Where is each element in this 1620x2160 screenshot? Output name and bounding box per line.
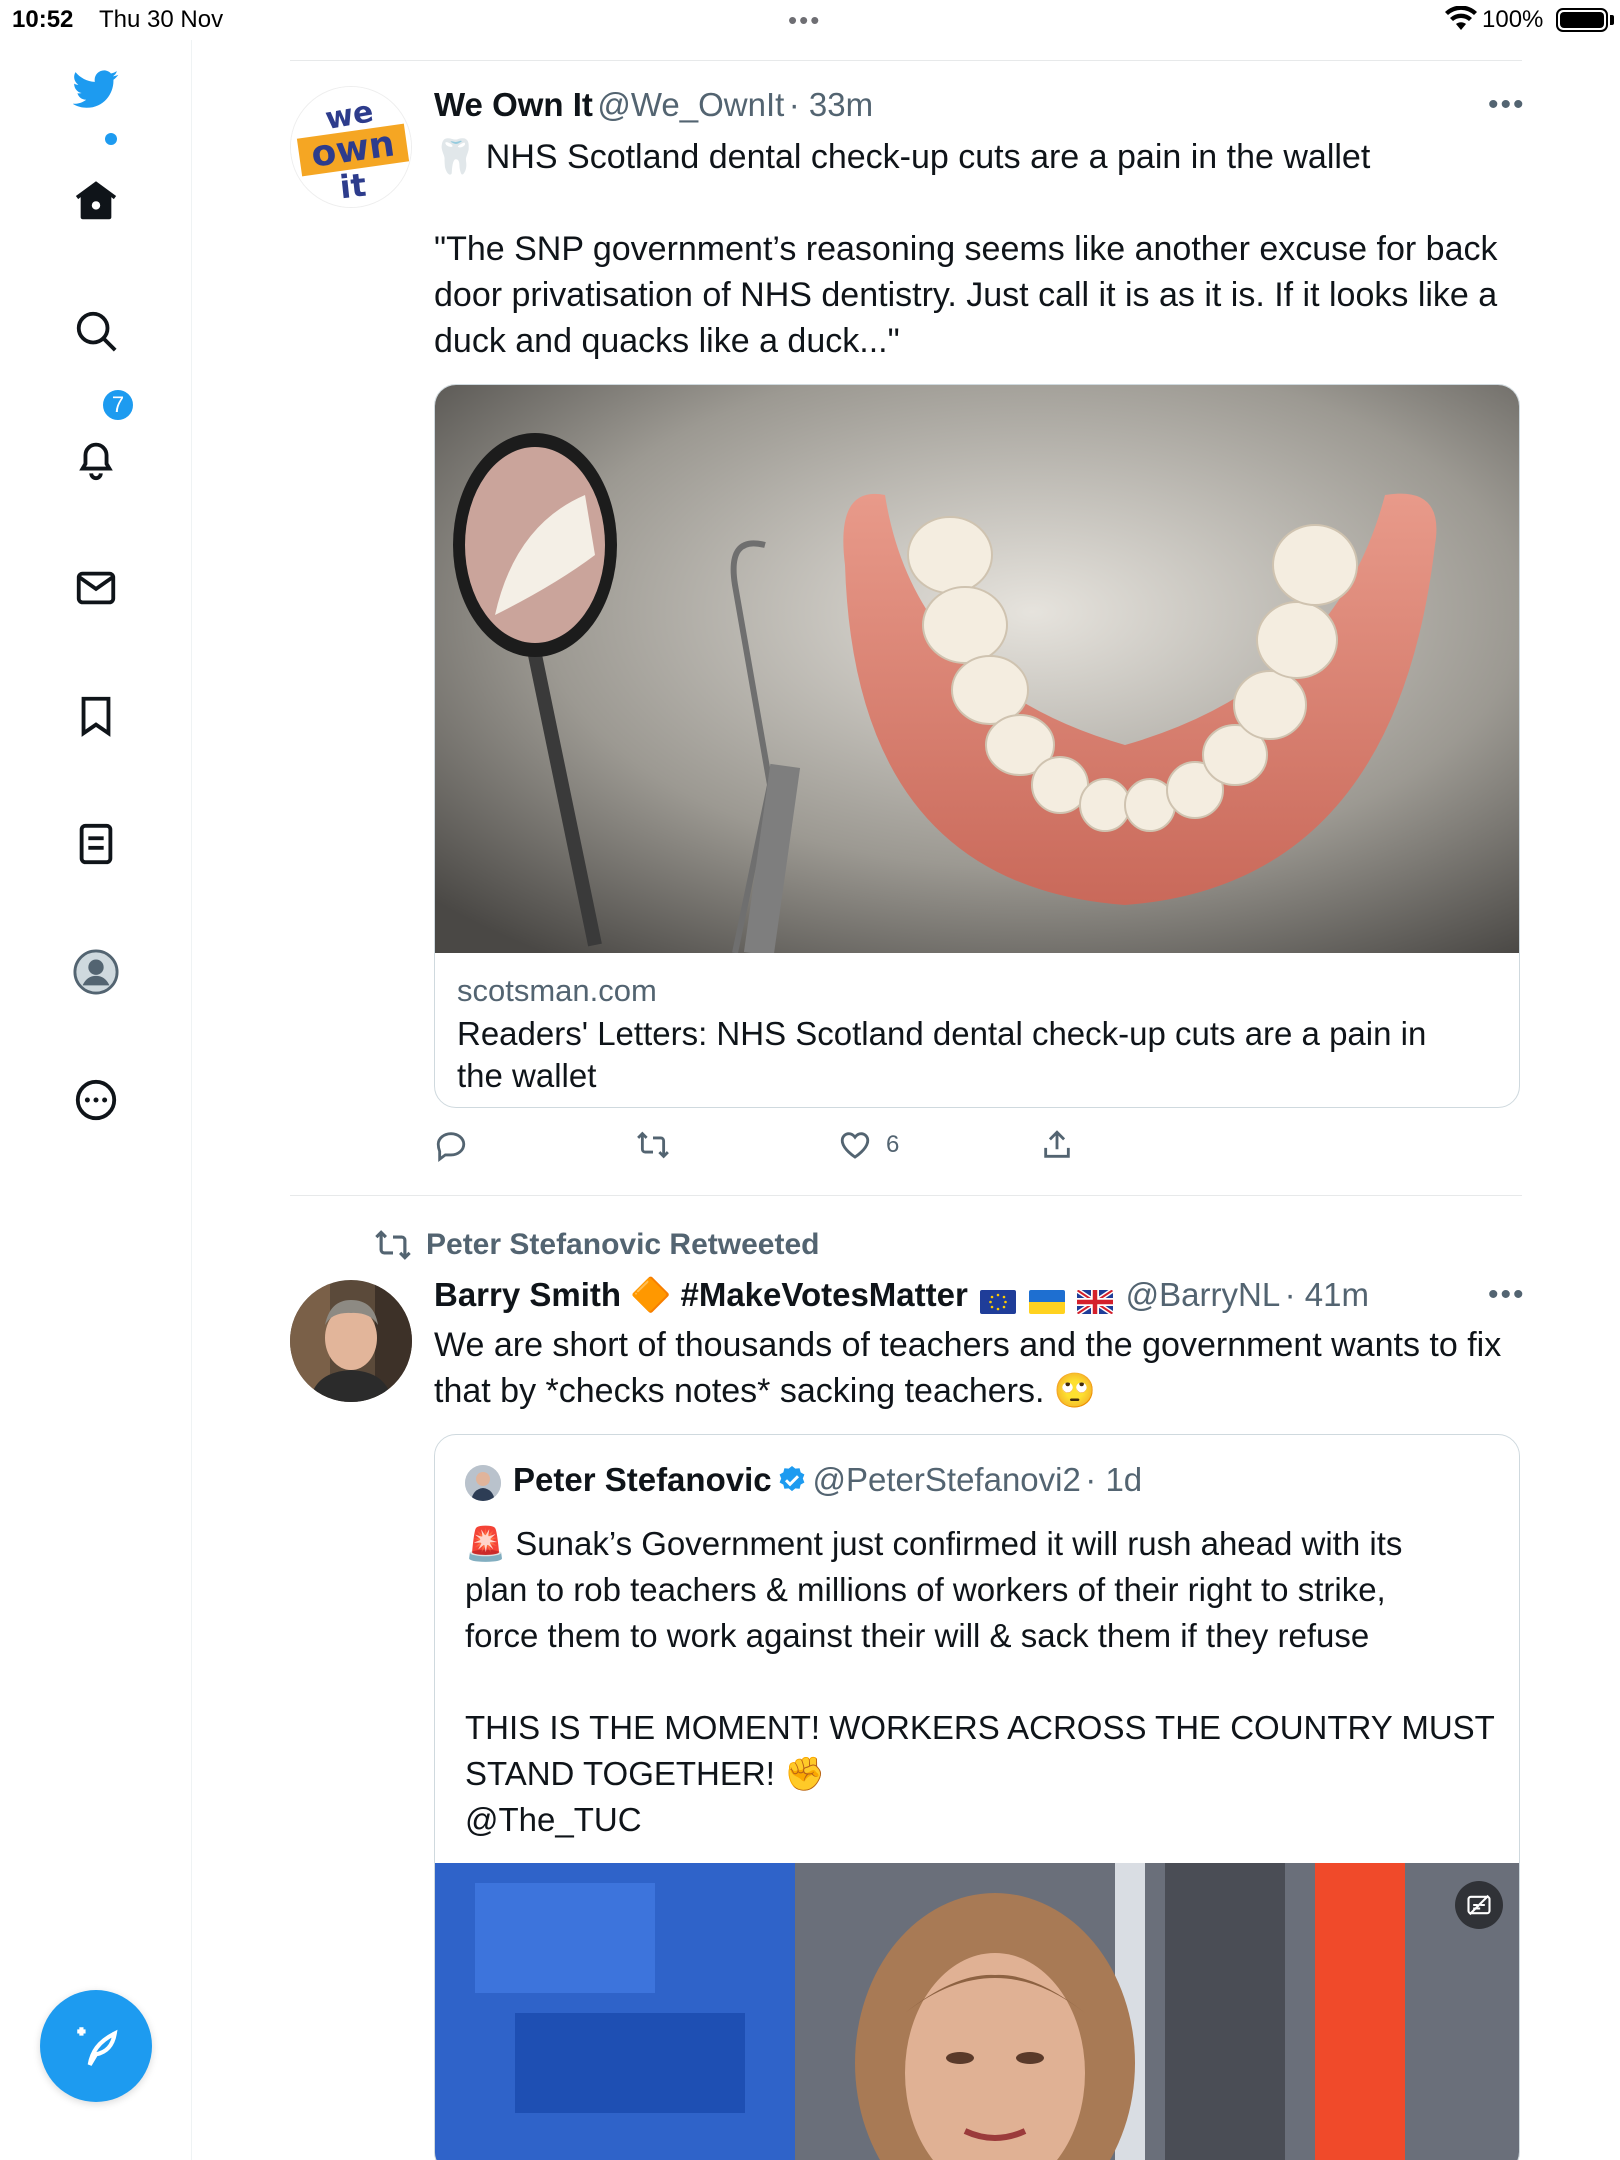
tweet1-share-icon[interactable] bbox=[1040, 1128, 1074, 1162]
tweet2-header: Barry Smith 🔶 #MakeVotesMatter @BarryNL … bbox=[434, 1276, 1369, 1315]
tweet1-link-card[interactable]: scotsman.com Readers' Letters: NHS Scotl… bbox=[434, 384, 1520, 1108]
twitter-logo-icon[interactable] bbox=[65, 58, 127, 120]
status-bar: 10:52 Thu 30 Nov ••• 100% bbox=[0, 0, 1620, 40]
tweet1-like-button[interactable]: 6 bbox=[838, 1128, 899, 1162]
eu-flag-icon bbox=[980, 1289, 1017, 1314]
tweet1-retweet-icon[interactable] bbox=[636, 1128, 670, 1162]
profile-avatar-icon[interactable] bbox=[65, 941, 127, 1003]
notifications-badge: 7 bbox=[101, 388, 135, 422]
quoted-author-avatar bbox=[465, 1465, 501, 1501]
tweet1-reply-icon[interactable] bbox=[434, 1128, 468, 1162]
quoted-handle: @PeterStefanovi2 bbox=[812, 1461, 1081, 1498]
tweet1-header: We Own It @We_OwnIt · 33m bbox=[434, 86, 873, 124]
retweet-icon bbox=[375, 1230, 411, 1260]
status-date: Thu 30 Nov bbox=[99, 6, 224, 33]
notifications-bell-icon[interactable] bbox=[65, 428, 127, 490]
timeline-top-divider bbox=[290, 60, 1522, 61]
tweet1-card-domain: scotsman.com bbox=[457, 973, 657, 1008]
tweet1-like-count: 6 bbox=[886, 1131, 900, 1158]
tweet1-time[interactable]: · 33m bbox=[789, 86, 873, 123]
quoted-tweet[interactable]: Peter Stefanovic @PeterStefanovi2 · 1d 🚨… bbox=[434, 1434, 1520, 2160]
tweet-divider bbox=[290, 1195, 1522, 1196]
retweet-context[interactable]: Peter Stefanovic Retweeted bbox=[374, 1226, 819, 1264]
tweet1-author-name[interactable]: We Own It bbox=[434, 86, 593, 123]
status-time: 10:52 bbox=[12, 6, 74, 33]
svg-text:it: it bbox=[338, 166, 368, 207]
dentures-image bbox=[435, 385, 1519, 953]
more-options-icon[interactable] bbox=[65, 1069, 127, 1131]
quoted-body: 🚨 Sunak’s Government just confirmed it w… bbox=[465, 1525, 1495, 1838]
battery-icon bbox=[1556, 8, 1608, 32]
tweet2-handle[interactable]: @BarryNL bbox=[1126, 1276, 1281, 1313]
quoted-author-name: Peter Stefanovic bbox=[513, 1461, 772, 1498]
mail-icon[interactable] bbox=[65, 557, 127, 619]
home-icon[interactable] bbox=[65, 170, 127, 232]
tweet1-body: "The SNP government’s reasoning seems li… bbox=[434, 230, 1498, 360]
uk-flag-icon bbox=[1077, 1289, 1114, 1314]
home-unread-dot bbox=[105, 133, 117, 145]
retweeted-by-label: Peter Stefanovic Retweeted bbox=[426, 1228, 820, 1261]
ukraine-flag-icon bbox=[1028, 1289, 1065, 1314]
tweet2-author-name[interactable]: Barry Smith 🔶 #MakeVotesMatter bbox=[434, 1276, 968, 1313]
quoted-header: Peter Stefanovic @PeterStefanovi2 · 1d bbox=[513, 1461, 1142, 1499]
tweet2-time[interactable]: · 41m bbox=[1285, 1276, 1369, 1313]
tweet2-more-icon[interactable]: ••• bbox=[1488, 1278, 1526, 1312]
search-icon[interactable] bbox=[65, 300, 127, 362]
quoted-video-thumbnail[interactable] bbox=[435, 1863, 1520, 2160]
tweet2-body: We are short of thousands of teachers an… bbox=[434, 1326, 1502, 1410]
multitasking-dots-icon[interactable]: ••• bbox=[788, 5, 821, 36]
battery-percent: 100% bbox=[1482, 6, 1544, 33]
lists-icon[interactable] bbox=[65, 813, 127, 875]
captions-off-icon[interactable] bbox=[1455, 1881, 1503, 1929]
bookmark-icon[interactable] bbox=[65, 685, 127, 747]
tweet1-first-line: 🦷 NHS Scotland dental check-up cuts are … bbox=[434, 138, 1371, 176]
we-own-it-avatar[interactable]: we own it bbox=[290, 86, 412, 208]
barry-smith-avatar[interactable] bbox=[290, 1280, 412, 1402]
tweet1-handle[interactable]: @We_OwnIt bbox=[597, 86, 784, 123]
wifi-icon bbox=[1445, 6, 1477, 30]
heart-icon bbox=[840, 1132, 870, 1159]
tweet1-card-title: Readers' Letters: NHS Scotland dental ch… bbox=[457, 1015, 1427, 1094]
quoted-time: · 1d bbox=[1085, 1461, 1143, 1498]
tweet1-more-icon[interactable]: ••• bbox=[1488, 88, 1526, 122]
verified-badge-icon bbox=[779, 1466, 805, 1492]
compose-tweet-button[interactable] bbox=[40, 1990, 152, 2102]
